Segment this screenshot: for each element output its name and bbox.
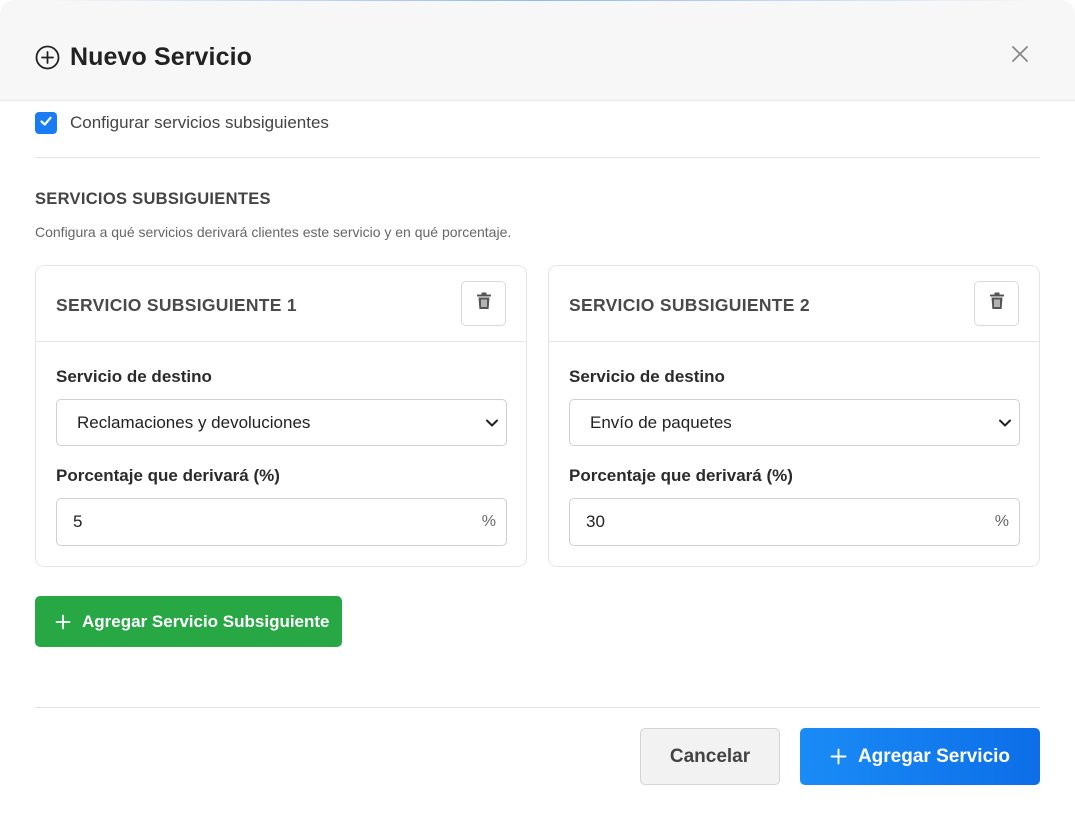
section-divider [35, 157, 1040, 158]
cancel-button[interactable]: Cancelar [640, 728, 780, 785]
destination-label: Servicio de destino [569, 367, 725, 386]
add-subsequent-label: Agregar Servicio Subsiguiente [82, 611, 330, 631]
configure-subsequent-label[interactable]: Configurar servicios subsiguientes [70, 113, 329, 133]
chevron-down-icon [998, 415, 1012, 429]
new-service-modal: Nuevo Servicio Configurar servicios subs… [0, 0, 1075, 820]
subsequent-service-card: SERVICIO SUBSIGUIENTE 1 Servicio de dest… [35, 265, 527, 567]
configure-subsequent-row: Configurar servicios subsiguientes [35, 112, 329, 134]
destination-value: Envío de paquetes [590, 412, 732, 432]
delete-card-button[interactable] [461, 281, 506, 326]
header-accent-line [40, 0, 1035, 1]
configure-subsequent-checkbox[interactable] [35, 112, 57, 134]
percent-value: 5 [73, 512, 83, 531]
add-subsequent-service-button[interactable]: Agregar Servicio Subsiguiente [35, 596, 342, 647]
modal-title: Nuevo Servicio [70, 43, 253, 71]
percent-label: Porcentaje que derivará (%) [56, 466, 280, 485]
card-header: SERVICIO SUBSIGUIENTE 2 [549, 266, 1039, 342]
section-title: SERVICIOS SUBSIGUIENTES [35, 190, 271, 208]
plus-circle-icon [35, 45, 60, 70]
percent-suffix: % [994, 513, 1009, 530]
destination-select[interactable]: Envío de paquetes [569, 399, 1020, 446]
chevron-down-icon [485, 415, 499, 429]
section-description: Configura a qué servicios derivará clien… [35, 224, 512, 240]
subsequent-service-card: SERVICIO SUBSIGUIENTE 2 Servicio de dest… [548, 265, 1040, 567]
percent-suffix: % [481, 513, 496, 530]
title-wrap: Nuevo Servicio [35, 43, 252, 71]
card-title: SERVICIO SUBSIGUIENTE 1 [56, 295, 297, 315]
card-header: SERVICIO SUBSIGUIENTE 1 [36, 266, 526, 342]
add-service-button[interactable]: Agregar Servicio [800, 728, 1040, 785]
destination-value: Reclamaciones y devoluciones [77, 412, 311, 432]
destination-select[interactable]: Reclamaciones y devoluciones [56, 399, 507, 446]
close-icon [1010, 44, 1030, 69]
modal-header: Nuevo Servicio [0, 0, 1075, 101]
plus-icon [830, 748, 847, 765]
check-icon [39, 114, 53, 133]
cancel-label: Cancelar [669, 745, 751, 767]
card-title: SERVICIO SUBSIGUIENTE 2 [569, 295, 810, 315]
add-service-label: Agregar Servicio [857, 745, 1011, 767]
percent-input[interactable]: 5 % [56, 498, 507, 546]
destination-label: Servicio de destino [56, 367, 212, 386]
trash-icon [989, 292, 1005, 315]
close-button[interactable] [1008, 44, 1032, 68]
percent-input[interactable]: 30 % [569, 498, 1020, 546]
percent-label: Porcentaje que derivará (%) [569, 466, 793, 485]
plus-icon [55, 614, 71, 630]
footer-divider [35, 707, 1040, 708]
percent-value: 30 [586, 512, 605, 531]
trash-icon [476, 292, 492, 315]
delete-card-button[interactable] [974, 281, 1019, 326]
